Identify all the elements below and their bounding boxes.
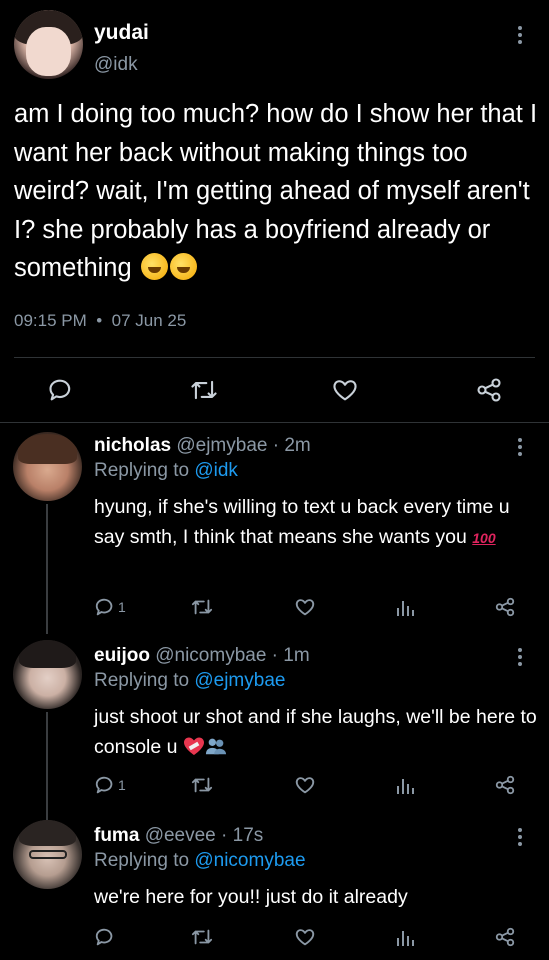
- reply-count: 1: [118, 599, 126, 615]
- more-options-icon[interactable]: [517, 26, 523, 44]
- like-icon[interactable]: [331, 376, 359, 404]
- thread-line: [46, 712, 48, 822]
- share-icon[interactable]: [494, 596, 516, 618]
- rofl-emoji-icon: [169, 253, 197, 280]
- like-icon[interactable]: [294, 774, 316, 796]
- mention-link[interactable]: @nicomybae: [194, 850, 305, 871]
- main-actions: [0, 370, 549, 410]
- divider: [14, 357, 535, 358]
- reply-header: fuma @eevee · 17s: [94, 825, 263, 847]
- rofl-emoji-icon: [140, 253, 168, 280]
- replying-to: Replying to @ejmybae: [94, 670, 286, 691]
- analytics-icon[interactable]: [396, 774, 416, 796]
- analytics-icon[interactable]: [396, 596, 416, 618]
- reply-header: nicholas @ejmybae · 2m: [94, 435, 311, 457]
- mention-link[interactable]: @ejmybae: [194, 670, 285, 691]
- avatar[interactable]: [13, 640, 82, 709]
- retweet-icon[interactable]: [190, 596, 214, 618]
- handle[interactable]: @idk: [94, 54, 138, 76]
- main-tweet: yudai @idk am I doing too much? how do I…: [0, 0, 549, 423]
- avatar[interactable]: [14, 10, 83, 79]
- people-icon: [205, 738, 226, 754]
- hundred-points-icon: 100: [472, 529, 496, 546]
- handle-time[interactable]: @nicomybae · 1m: [155, 645, 309, 666]
- replying-to: Replying to @nicomybae: [94, 850, 306, 871]
- like-icon[interactable]: [294, 596, 316, 618]
- display-name[interactable]: fuma: [94, 825, 139, 846]
- tweet-text: am I doing too much? how do I show her t…: [14, 100, 538, 282]
- display-name[interactable]: yudai: [94, 21, 149, 45]
- reply-tweet: nicholas @ejmybae · 2m Replying to @idk …: [0, 424, 549, 634]
- retweet-icon[interactable]: [189, 376, 219, 404]
- replying-to: Replying to @idk: [94, 460, 238, 481]
- share-icon[interactable]: [494, 774, 516, 796]
- avatar[interactable]: [13, 820, 82, 889]
- analytics-icon[interactable]: [396, 926, 416, 948]
- display-name[interactable]: euijoo: [94, 645, 150, 666]
- share-icon[interactable]: [494, 926, 516, 948]
- divider: [0, 422, 549, 423]
- more-options-icon[interactable]: [517, 648, 523, 666]
- reply-icon[interactable]: [94, 596, 116, 618]
- avatar[interactable]: [13, 432, 82, 501]
- reply-icon[interactable]: [94, 774, 116, 796]
- reply-text: we're here for you!! just do it already: [94, 886, 408, 908]
- thread-line: [46, 504, 48, 634]
- reply-text: hyung, if she's willing to text u back e…: [94, 493, 539, 553]
- reply-icon[interactable]: [94, 926, 116, 948]
- reply-tweet: euijoo @nicomybae · 1m Replying to @ejmy…: [0, 634, 549, 822]
- retweet-icon[interactable]: [190, 926, 214, 948]
- reply-text: just shoot ur shot and if she laughs, we…: [94, 706, 537, 758]
- reply-icon[interactable]: [47, 376, 75, 404]
- reply-count: 1: [118, 777, 126, 793]
- retweet-icon[interactable]: [190, 774, 214, 796]
- heart-bandaged-icon: [183, 737, 204, 755]
- like-icon[interactable]: [294, 926, 316, 948]
- more-options-icon[interactable]: [517, 438, 523, 456]
- share-icon[interactable]: [475, 376, 503, 404]
- reply-tweet: fuma @eevee · 17s Replying to @nicomybae…: [0, 814, 549, 960]
- display-name[interactable]: nicholas: [94, 435, 171, 456]
- mention-link[interactable]: @idk: [194, 460, 238, 481]
- reply-header: euijoo @nicomybae · 1m: [94, 645, 310, 667]
- handle-time[interactable]: @ejmybae · 2m: [176, 435, 310, 456]
- more-options-icon[interactable]: [517, 828, 523, 846]
- handle-time[interactable]: @eevee · 17s: [145, 825, 264, 846]
- tweet-timestamp: 09:15 PM • 07 Jun 25: [14, 311, 187, 330]
